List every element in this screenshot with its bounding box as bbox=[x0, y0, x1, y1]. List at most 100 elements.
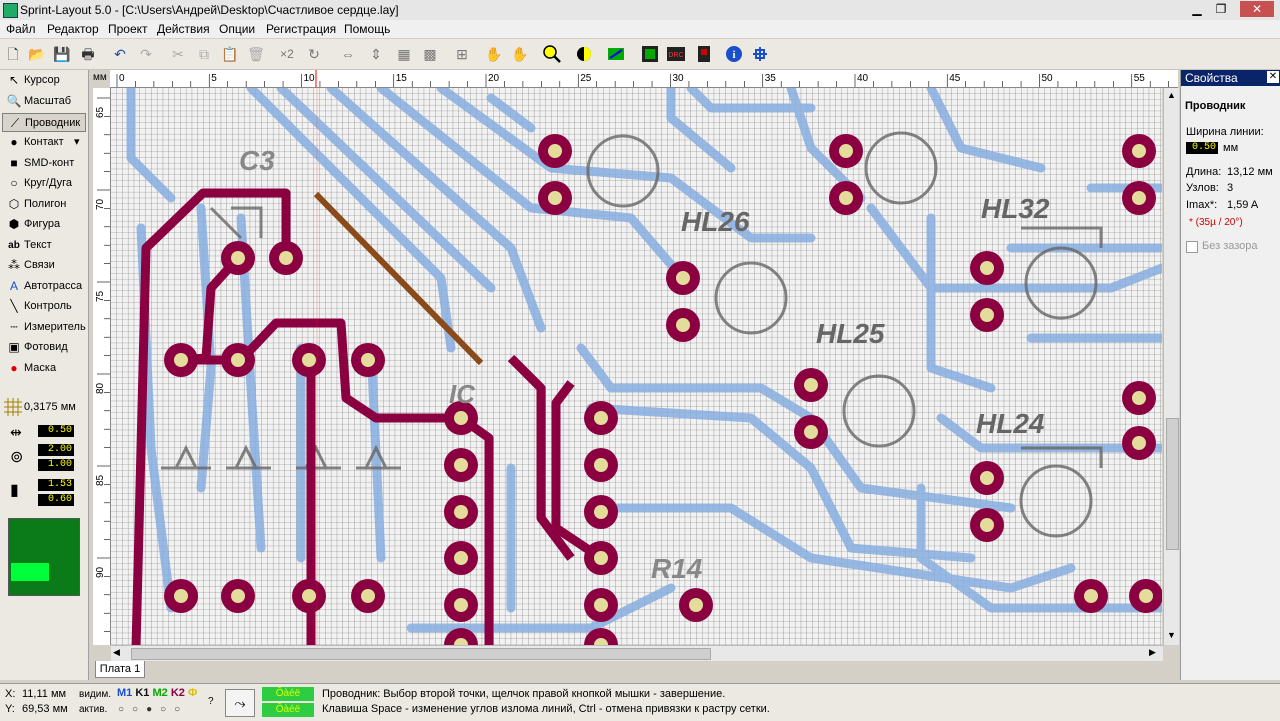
tool-track[interactable]: ⟋ Проводник bbox=[2, 113, 86, 132]
status-green-2[interactable]: Ôàéë bbox=[262, 703, 314, 717]
pad-inner-input[interactable]: 1.00 bbox=[38, 459, 74, 471]
close-icon[interactable]: ✕ bbox=[1240, 1, 1274, 17]
smd-height-input[interactable]: 0.60 bbox=[38, 494, 74, 506]
duplicate-button[interactable]: ×2 bbox=[277, 44, 297, 64]
horizontal-scroll-thumb[interactable] bbox=[131, 648, 711, 660]
align-icon[interactable]: ⊞ bbox=[452, 44, 472, 64]
scanned-copy-icon[interactable] bbox=[750, 44, 770, 64]
lock-icon[interactable]: ✋ bbox=[484, 44, 504, 64]
track-width-input[interactable]: 0.50 bbox=[38, 425, 74, 437]
layer-k2[interactable]: K2 bbox=[171, 687, 185, 699]
scroll-left-icon[interactable]: ◀ bbox=[113, 647, 120, 658]
open-icon[interactable]: 📂 bbox=[27, 44, 47, 64]
help-icon[interactable]: ? bbox=[208, 696, 214, 707]
vertical-scrollbar[interactable]: ▲ ▼ bbox=[1163, 88, 1179, 645]
tool-circle[interactable]: ○ Круг/Дуга bbox=[2, 174, 86, 193]
tool-pad[interactable]: ● Контакт ▾ bbox=[2, 133, 86, 152]
ruler-label: 45 bbox=[949, 73, 961, 84]
pad-hole bbox=[454, 551, 468, 565]
pad-hole bbox=[1132, 191, 1146, 205]
mirror-h-icon[interactable]: ⇔ bbox=[338, 44, 358, 64]
redo-icon[interactable]: ↷ bbox=[136, 44, 156, 64]
ruler-label: 0 bbox=[119, 73, 125, 84]
tool-measure[interactable]: ┄ Измеритель bbox=[2, 318, 86, 337]
tool-autoroute[interactable]: A Автотрасса bbox=[2, 277, 86, 296]
menu-options[interactable]: Опции bbox=[219, 22, 255, 36]
grid-settings-icon[interactable] bbox=[606, 44, 626, 64]
pad-hole bbox=[231, 251, 245, 265]
track-mode-icon[interactable]: ⤳ bbox=[225, 689, 255, 717]
print-icon[interactable]: 🖶 bbox=[78, 44, 98, 64]
status-green-1[interactable]: Ôàéë bbox=[262, 687, 314, 701]
paste-icon[interactable]: 📋 bbox=[220, 44, 240, 64]
pad-hole bbox=[454, 458, 468, 472]
app-icon[interactable] bbox=[3, 3, 18, 18]
tool-polygon[interactable]: ⬡ Полигон bbox=[2, 195, 86, 214]
menu-edit[interactable]: Редактор bbox=[47, 22, 99, 36]
tool-photoview[interactable]: ▣ Фотовид bbox=[2, 338, 86, 357]
menu-actions[interactable]: Действия bbox=[157, 22, 210, 36]
group-icon[interactable]: ▦ bbox=[394, 44, 414, 64]
scroll-up-icon[interactable]: ▲ bbox=[1165, 90, 1178, 102]
tool-connections[interactable]: ⁂ Связи bbox=[2, 256, 86, 275]
silk-label-hl32: HL32 bbox=[981, 193, 1050, 224]
vertical-scroll-thumb[interactable] bbox=[1166, 418, 1179, 550]
grid-icon[interactable] bbox=[4, 398, 22, 416]
layer-k1[interactable]: K1 bbox=[135, 687, 149, 699]
tab-board-1[interactable]: Плата 1 bbox=[95, 661, 145, 678]
ruler-label: 30 bbox=[673, 73, 685, 84]
ungroup-icon[interactable]: ▩ bbox=[420, 44, 440, 64]
layer-f[interactable]: Ф bbox=[188, 687, 197, 699]
pad-outer-input[interactable]: 2.00 bbox=[38, 444, 74, 456]
menu-help[interactable]: Помощь bbox=[344, 22, 390, 36]
layer-m2[interactable]: M2 bbox=[152, 687, 167, 699]
silk-label-hl25: HL25 bbox=[816, 318, 885, 349]
tool-shape[interactable]: ⬢ Фигура bbox=[2, 215, 86, 234]
tool-smd[interactable]: ■ SMD-конт bbox=[2, 154, 86, 173]
y-coordinate: 69,53 мм bbox=[22, 703, 68, 715]
rotate-icon[interactable]: ↻ bbox=[304, 44, 324, 64]
properties-close-icon[interactable]: ✕ bbox=[1267, 71, 1279, 83]
tool-check[interactable]: ╲ Контроль bbox=[2, 297, 86, 316]
active-layer-radios[interactable]: ○○●○○ bbox=[118, 704, 188, 715]
tool-text[interactable]: ab Текст bbox=[2, 236, 86, 255]
scroll-down-icon[interactable]: ▼ bbox=[1165, 630, 1178, 642]
pad-hole bbox=[302, 589, 316, 603]
pcb-canvas[interactable]: C3 HL26 HL25 HL24 HL32 R14 IC bbox=[111, 88, 1162, 645]
tool-zoom[interactable]: 🔍 Масштаб bbox=[2, 92, 86, 111]
new-icon[interactable]: 🗋 bbox=[3, 44, 23, 64]
copy-icon[interactable]: ⧉ bbox=[194, 44, 214, 64]
ruler-label: 15 bbox=[396, 73, 408, 84]
info-icon[interactable]: i bbox=[724, 44, 744, 64]
delete-icon[interactable]: 🗑 bbox=[246, 44, 266, 64]
smd-width-input[interactable]: 1.53 bbox=[38, 479, 74, 491]
minimize-icon[interactable]: ▁ bbox=[1186, 1, 1208, 17]
no-gap-checkbox[interactable] bbox=[1186, 241, 1198, 253]
layer-m1[interactable]: M1 bbox=[117, 687, 132, 699]
menu-registration[interactable]: Регистрация bbox=[266, 22, 336, 36]
test-icon[interactable] bbox=[694, 44, 714, 64]
cut-icon[interactable]: ✂ bbox=[168, 44, 188, 64]
mirror-v-icon[interactable]: ⇕ bbox=[366, 44, 386, 64]
save-icon[interactable]: 💾 bbox=[52, 44, 72, 64]
undo-icon[interactable]: ↶ bbox=[110, 44, 130, 64]
zoom-fit-icon[interactable] bbox=[542, 44, 562, 64]
scroll-right-icon[interactable]: ▶ bbox=[1149, 647, 1156, 658]
layer-view-icon[interactable] bbox=[574, 44, 594, 64]
grid-value[interactable]: 0,3175 мм bbox=[24, 401, 76, 413]
gerber-export-icon[interactable] bbox=[640, 44, 660, 64]
maximize-icon[interactable]: ❐ bbox=[1210, 1, 1232, 17]
tool-mask[interactable]: ● Маска bbox=[2, 359, 86, 378]
tool-cursor[interactable]: ↖ Курсор bbox=[2, 71, 86, 90]
silk-label-r14: R14 bbox=[651, 553, 703, 584]
pcb-drawing[interactable]: C3 HL26 HL25 HL24 HL32 R14 IC bbox=[111, 88, 1162, 645]
unlock-icon[interactable]: ✋ bbox=[510, 44, 530, 64]
horizontal-scrollbar[interactable]: ◀ ▶ bbox=[111, 645, 1163, 661]
width-input[interactable]: 0.50 bbox=[1186, 142, 1218, 154]
vertical-ruler-ticks: 657075808590 bbox=[95, 97, 110, 632]
pad-dropdown-icon[interactable]: ▾ bbox=[74, 133, 80, 152]
menu-project[interactable]: Проект bbox=[108, 22, 148, 36]
toolbar: 🗋 📂 💾 🖶 ↶ ↷ ✂ ⧉ 📋 🗑 ×2 ↻ ⇔ ⇕ ▦ ▩ ⊞ ✋ ✋ D… bbox=[0, 39, 1280, 70]
drc-icon[interactable]: DRC bbox=[666, 44, 686, 64]
menu-file[interactable]: Файл bbox=[6, 22, 36, 36]
